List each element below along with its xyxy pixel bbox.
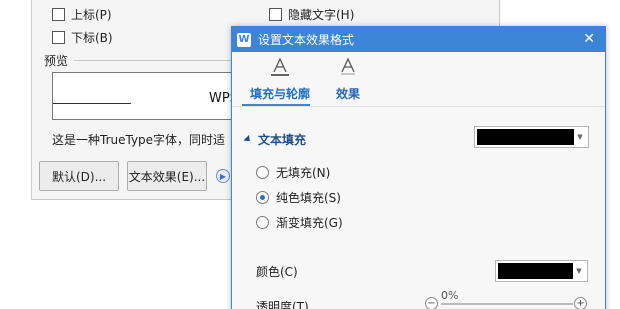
preview-baseline — [53, 103, 131, 104]
fill-color-swatch — [477, 129, 574, 145]
font-description: 这是一种TrueType字体，同时适 — [52, 133, 226, 147]
close-icon[interactable]: ✕ — [583, 31, 595, 47]
solid-fill-label: 纯色填充(S) — [276, 191, 341, 205]
no-fill-option[interactable]: 无填充(N) — [256, 164, 330, 181]
wps-logo-icon: W — [237, 32, 251, 47]
gradient-fill-label: 渐变填充(G) — [276, 216, 343, 230]
superscript-checkbox[interactable] — [52, 8, 65, 21]
text-effect-button[interactable]: 文本效果(E)... — [127, 161, 207, 191]
tab-effects-label: 效果 — [336, 87, 361, 101]
collapse-triangle-icon — [243, 134, 253, 145]
gradient-fill-option[interactable]: 渐变填充(G) — [256, 214, 343, 231]
preview-label: 预览 — [44, 54, 69, 68]
text-fill-section-title: 文本填充 — [258, 133, 307, 147]
solid-fill-option[interactable]: 纯色填充(S) — [256, 189, 341, 206]
no-fill-label: 无填充(N) — [276, 166, 331, 180]
hidden-text-checkbox-row[interactable]: 隐藏文字(H) — [269, 6, 354, 23]
tab-fill-outline-label: 填充与轮廓 — [250, 87, 311, 101]
panel-title-bar[interactable]: W 设置文本效果格式 ✕ — [232, 27, 605, 52]
text-fill-section-header[interactable]: 文本填充 — [243, 131, 307, 148]
panel-title: 设置文本效果格式 — [258, 33, 355, 47]
color-dropdown[interactable]: ▼ — [495, 260, 588, 282]
no-fill-radio[interactable] — [256, 166, 269, 179]
help-icon[interactable]: ▶ — [216, 169, 230, 183]
dropdown-arrow-icon: ▼ — [576, 267, 582, 275]
text-effect-icon — [341, 57, 355, 75]
increase-icon[interactable]: + — [574, 297, 587, 309]
tab-fill-outline[interactable]: 填充与轮廓 — [250, 56, 310, 102]
transparency-value: 0% — [441, 289, 459, 302]
color-label: 颜色(C) — [256, 265, 298, 279]
default-button[interactable]: 默认(D)... — [39, 161, 119, 191]
color-swatch — [498, 263, 573, 279]
subscript-checkbox-row[interactable]: 下标(B) — [52, 29, 113, 46]
hidden-text-label: 隐藏文字(H) — [288, 8, 355, 22]
hidden-text-checkbox[interactable] — [269, 8, 282, 21]
solid-fill-radio[interactable] — [256, 191, 269, 204]
decrease-icon[interactable]: − — [425, 297, 438, 309]
subscript-label: 下标(B) — [71, 31, 113, 45]
tabs-divider — [232, 106, 605, 107]
superscript-checkbox-row[interactable]: 上标(P) — [52, 6, 112, 23]
transparency-label: 透明度(T) — [256, 300, 309, 309]
fill-color-dropdown[interactable]: ▼ — [474, 126, 589, 148]
format-text-effects-panel: W 设置文本效果格式 ✕ 填充与轮廓 效果 文本填充 ▼ 无填充(N) 纯色填充… — [231, 26, 606, 309]
superscript-label: 上标(P) — [71, 8, 112, 22]
gradient-fill-radio[interactable] — [256, 216, 269, 229]
subscript-checkbox[interactable] — [52, 31, 65, 44]
dropdown-arrow-icon: ▼ — [577, 133, 583, 141]
transparency-slider[interactable] — [441, 303, 573, 305]
text-fill-icon — [271, 57, 289, 76]
tab-effects[interactable]: 效果 — [336, 56, 360, 102]
